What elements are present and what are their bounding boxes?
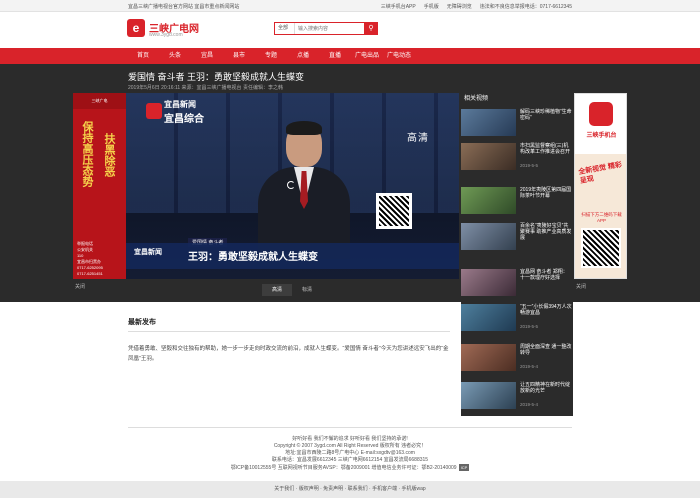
nav-item-home[interactable]: 首页 <box>127 48 159 64</box>
nav-item-productions[interactable]: 广电出品 <box>351 48 383 64</box>
related-title: 宜昌网 奋斗者 郑翔：十一款理疗好选择 <box>520 269 568 281</box>
top-link-report[interactable]: 违法和不良信息举报电话：0717-6612345 <box>480 3 572 10</box>
logo-url: www.3ygd.com <box>149 32 183 38</box>
related-item[interactable]: 百余名“夷陵好宝贝”共聚赛事 助推产业高质发展 <box>461 223 573 253</box>
left-ad-banner[interactable]: 三峡广电 保持高压态势 扶黑除恶 举报电话 公安机关 110 宜昌市扫黑办 07… <box>73 93 126 279</box>
right-ad-close[interactable]: 关闭 <box>576 283 586 290</box>
related-videos: 相关视频 解码三峡珍稀植物“生命密码” 市扫黑监督察组(三)机构改革工作推进会召… <box>461 93 573 296</box>
related-item[interactable]: 宜昌网 奋斗者 郑翔：十一款理疗好选择 <box>461 269 573 299</box>
header: e 三峡广电网 www.3ygd.com 全部 ⚲ <box>0 12 700 46</box>
latest-heading: 最新发布 <box>128 317 450 332</box>
icp-badge[interactable]: ICP <box>458 464 470 471</box>
left-ad-header: 三峡广电 <box>73 93 126 109</box>
search-input[interactable] <box>295 23 365 34</box>
right-ad-qr-code <box>581 228 621 268</box>
main-nav: 首页 头条 宜昌 县市 专题 点播 直播 广电出品 广电动态 <box>0 48 700 64</box>
related-thumbnail <box>461 143 516 170</box>
right-ad-slogan: 全新视觉 精彩呈现 <box>577 161 623 185</box>
side-news-title: “五一”小长假394万人次畅游宜昌 <box>520 304 572 316</box>
search-scope-select[interactable]: 全部 <box>275 23 295 34</box>
left-ad-text-1: 保持高压态势 <box>81 121 93 187</box>
side-news-date: 2019-5-4 <box>520 364 539 369</box>
loading-spinner-icon <box>287 181 295 189</box>
side-news-item[interactable]: “五一”小长假394万人次畅游宜昌 2019-5-5 <box>461 304 573 334</box>
search-box: 全部 ⚲ <box>274 22 378 35</box>
nav-item-topics[interactable]: 专题 <box>255 48 287 64</box>
top-bar: 宜昌三峡广播电视台官方网站 宜昌市重点新闻网站 三峡手机台APP 手机版 无障碍… <box>0 0 700 12</box>
side-news-date: 2019-5-4 <box>520 402 539 407</box>
video-qr-code <box>376 193 412 229</box>
lower-third: 宜昌新闻 王羽：勇敢坚毅成就人生蝶变 <box>126 243 459 269</box>
related-heading: 相关视频 <box>464 96 489 102</box>
hd-badge: 高清 <box>407 133 429 144</box>
related-item[interactable]: 解码三峡珍稀植物“生命密码” <box>461 109 573 139</box>
tab-hd[interactable]: 高清 <box>262 284 292 296</box>
related-title: 市扫黑监督察组(三)机构改革工作推进会召开 <box>520 143 571 155</box>
article-title: 爱国情 奋斗者 王羽：勇敢坚毅成就人生蝶变 <box>128 72 305 82</box>
channel-icon <box>146 103 162 119</box>
side-news-item[interactable]: 让五四精神在新时代绽放新的光芒 2019-5-4 <box>461 382 573 412</box>
related-date: 2019-5-5 <box>520 163 539 168</box>
quality-tabs: 高清 标清 <box>262 284 322 296</box>
left-ad-close[interactable]: 关闭 <box>75 283 85 290</box>
video-player[interactable]: 宜昌新闻 宜昌综合 高清 爱国情 奋斗者 宜昌新闻 王羽：勇敢坚毅成就人生蝶变 <box>126 93 459 279</box>
related-item[interactable]: 2019年夷陵区第四届国际茶叶节开幕 <box>461 187 573 217</box>
related-thumbnail <box>461 109 516 136</box>
related-title: 2019年夷陵区第四届国际茶叶节开幕 <box>520 187 572 199</box>
nav-item-vod[interactable]: 点播 <box>287 48 319 64</box>
nav-item-live[interactable]: 直播 <box>319 48 351 64</box>
footer: 好听好看 我们不懈的追求 好听好看 我们坚持的承诺! Copyright © 2… <box>0 436 700 472</box>
lower-third-caption: 王羽：勇敢坚毅成就人生蝶变 <box>188 252 318 263</box>
side-news: “五一”小长假394万人次畅游宜昌 2019-5-5 周期全面深查 通一整改转导… <box>461 296 573 416</box>
left-ad-caption: 举报电话 公安机关 110 宜昌市扫黑办 0717-6252095 0717-6… <box>77 241 103 276</box>
footer-line-5: 鄂ICP备10012555号 互联网视听节目服务AVSP：鄂备2009001 增… <box>230 464 470 471</box>
right-ad-download: 扫描下方二维码下载APP <box>581 212 622 223</box>
latest-paragraph: 凭借着勇敢、坚毅和交往独有的帮助，她一步一步走向时政交流的前沿，成就人生蝶变。“… <box>128 346 449 362</box>
nav-item-news[interactable]: 广电动态 <box>383 48 415 64</box>
related-thumbnail <box>461 269 516 296</box>
left-ad-text-2: 扶黑除恶 <box>103 133 115 177</box>
top-link-mobile[interactable]: 手机版 <box>424 3 439 10</box>
side-news-item[interactable]: 周期全面深查 通一整改转导 2019-5-4 <box>461 344 573 374</box>
bottom-links[interactable]: 关于我们 · 版权声明 · 免责声明 · 联系我们 · 手机客户端 · 手机版w… <box>0 481 700 498</box>
related-thumbnail <box>461 187 516 214</box>
footer-divider <box>128 427 572 428</box>
side-news-date: 2019-5-5 <box>520 324 539 329</box>
site-tagline: 宜昌三峡广播电视台官方网站 宜昌市重点新闻网站 <box>128 4 240 10</box>
related-title: 百余名“夷陵好宝贝”共聚赛事 助推产业高质发展 <box>520 223 572 241</box>
related-item[interactable]: 市扫黑监督察组(三)机构改革工作推进会召开 2019-5-5 <box>461 143 573 173</box>
side-news-title: 周期全面深查 通一整改转导 <box>520 344 572 356</box>
right-ad-banner[interactable]: 三峡手机台 全新视觉 精彩呈现 扫描下方二维码下载APP <box>574 93 627 279</box>
footer-line-3: 地址:宜昌市西陵二路8号广电中心 E-mail:sxgdtv@163.com <box>285 450 415 456</box>
related-thumbnail <box>461 223 516 250</box>
logo-mark: e <box>127 19 145 37</box>
nav-item-yichang[interactable]: 宜昌 <box>191 48 223 64</box>
tab-sd[interactable]: 标清 <box>292 284 322 296</box>
latest-section: 最新发布 凭借着勇敢、坚毅和交往独有的帮助，她一步一步走向时政交流的前沿，成就人… <box>128 317 450 364</box>
right-ad-name: 三峡手机台 <box>586 133 617 139</box>
top-link-accessibility[interactable]: 无障碍浏览 <box>447 3 472 10</box>
search-button[interactable]: ⚲ <box>364 22 378 35</box>
lower-third-logo: 宜昌新闻 <box>134 249 162 256</box>
channel-logo: 宜昌新闻 宜昌综合 <box>146 99 216 129</box>
nav-item-counties[interactable]: 县市 <box>223 48 255 64</box>
side-news-title: 让五四精神在新时代绽放新的光芒 <box>520 382 571 394</box>
footer-line-2: Copyright © 2007 3ygd.com All Right Rese… <box>273 443 427 449</box>
top-link-app[interactable]: 三峡手机台APP <box>381 3 416 10</box>
related-title: 解码三峡珍稀植物“生命密码” <box>520 109 572 121</box>
footer-line-1: 好听好看 我们不懈的追求 好听好看 我们坚持的承诺! <box>292 436 408 442</box>
top-links: 三峡手机台APP 手机版 无障碍浏览 违法和不良信息举报电话：0717-6612… <box>381 3 572 10</box>
app-icon <box>589 102 613 126</box>
search-icon: ⚲ <box>368 25 374 32</box>
article-meta: 2019年5月6日 20:16:11 来源：宜昌三峡广播电视台 责任编辑：李之韩 <box>128 85 283 91</box>
nav-item-headlines[interactable]: 头条 <box>159 48 191 64</box>
news-anchor <box>258 121 350 259</box>
site-logo[interactable]: e 三峡广电网 www.3ygd.com <box>127 19 207 43</box>
footer-line-4: 联系电话：宜昌发展6612345 三峡广电网6612154 宜昌发流局66883… <box>271 457 429 463</box>
